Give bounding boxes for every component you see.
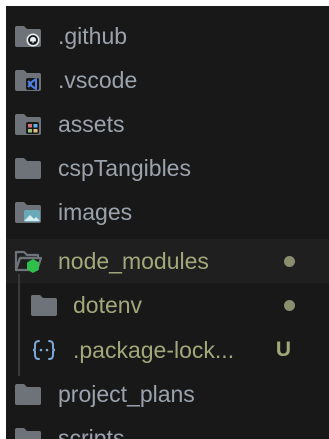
tree-item-assets[interactable]: assets xyxy=(6,102,329,146)
modified-indicator-dot xyxy=(284,300,295,311)
json-braces-icon xyxy=(32,340,56,360)
tree-item-label: dotenv xyxy=(73,292,143,318)
folder-github-icon xyxy=(15,26,41,47)
tree-item-label: .github xyxy=(58,23,128,49)
folder-images-icon xyxy=(15,202,41,223)
folder-icon xyxy=(15,384,41,405)
tree-item-node-modules[interactable]: node_modules xyxy=(6,239,329,283)
tree-item-vscode[interactable]: .vscode xyxy=(6,58,329,102)
tree-item-label: assets xyxy=(58,111,125,137)
folder-icon xyxy=(15,428,41,439)
git-status-untracked: U xyxy=(275,338,291,361)
folder-assets-icon xyxy=(15,114,41,135)
tree-item-label: project_plans xyxy=(58,381,195,407)
tree-item-label: scripts xyxy=(58,425,125,439)
folder-node-open-icon xyxy=(14,250,42,273)
tree-item-label: .vscode xyxy=(58,67,138,93)
folder-vscode-icon xyxy=(15,70,41,91)
tree-item-scripts[interactable]: scripts xyxy=(6,416,329,439)
file-explorer: .github .vscode assets cspTangibles imag… xyxy=(6,6,329,439)
tree-item-project-plans[interactable]: project_plans xyxy=(6,372,329,416)
tree-item-package-lock[interactable]: .package-lock... U xyxy=(6,328,329,372)
tree-item-dotenv[interactable]: dotenv xyxy=(6,283,329,327)
folder-icon xyxy=(15,158,41,179)
tree-item-images[interactable]: images xyxy=(6,190,329,234)
tree-item-csptangibles[interactable]: cspTangibles xyxy=(6,146,329,190)
tree-item-label: node_modules xyxy=(58,248,209,274)
tree-item-label: cspTangibles xyxy=(58,155,191,181)
tree-item-github[interactable]: .github xyxy=(6,14,329,58)
tree-item-label: .package-lock... xyxy=(73,337,235,363)
modified-indicator-dot xyxy=(284,256,295,267)
folder-icon xyxy=(31,295,57,316)
tree-item-label: images xyxy=(58,199,133,225)
